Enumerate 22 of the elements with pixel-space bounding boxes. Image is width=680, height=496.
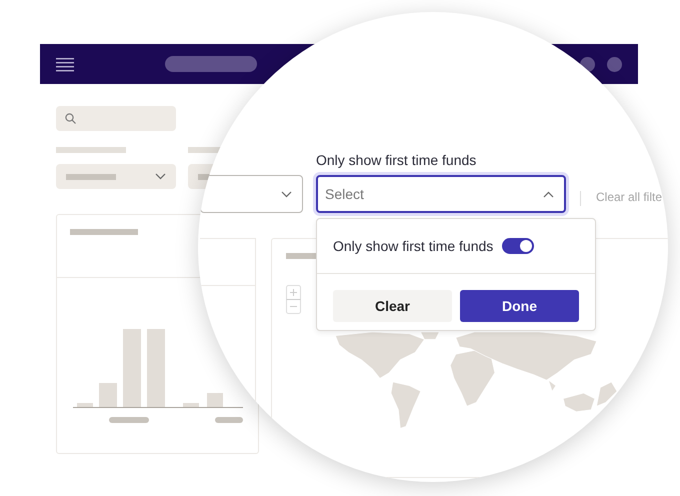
dropdown[interactable]	[56, 164, 176, 189]
dropdown[interactable]	[200, 175, 303, 213]
chart-bar	[206, 393, 222, 407]
skeleton-label	[108, 417, 148, 423]
zoom-controls-icon[interactable]	[286, 285, 302, 314]
search-field[interactable]	[56, 106, 176, 131]
option-label: Only show first time funds	[333, 238, 494, 254]
chevron-icon	[543, 190, 554, 198]
chart-bar	[76, 403, 92, 407]
skeleton-label	[214, 417, 242, 423]
header-search-bar[interactable]	[165, 56, 257, 72]
clear-button[interactable]: Clear	[333, 290, 452, 322]
chart-bar	[182, 403, 198, 407]
done-button[interactable]: Done	[460, 290, 579, 322]
filter-label: Only show first time funds	[316, 151, 478, 169]
toggle-switch[interactable]	[502, 238, 534, 254]
search-icon	[65, 113, 76, 124]
menu-icon[interactable]	[56, 56, 74, 72]
select-field[interactable]: Select	[316, 175, 566, 213]
chevron-icon	[155, 173, 166, 180]
chevron-icon	[281, 190, 292, 198]
chart-bar	[98, 383, 116, 407]
